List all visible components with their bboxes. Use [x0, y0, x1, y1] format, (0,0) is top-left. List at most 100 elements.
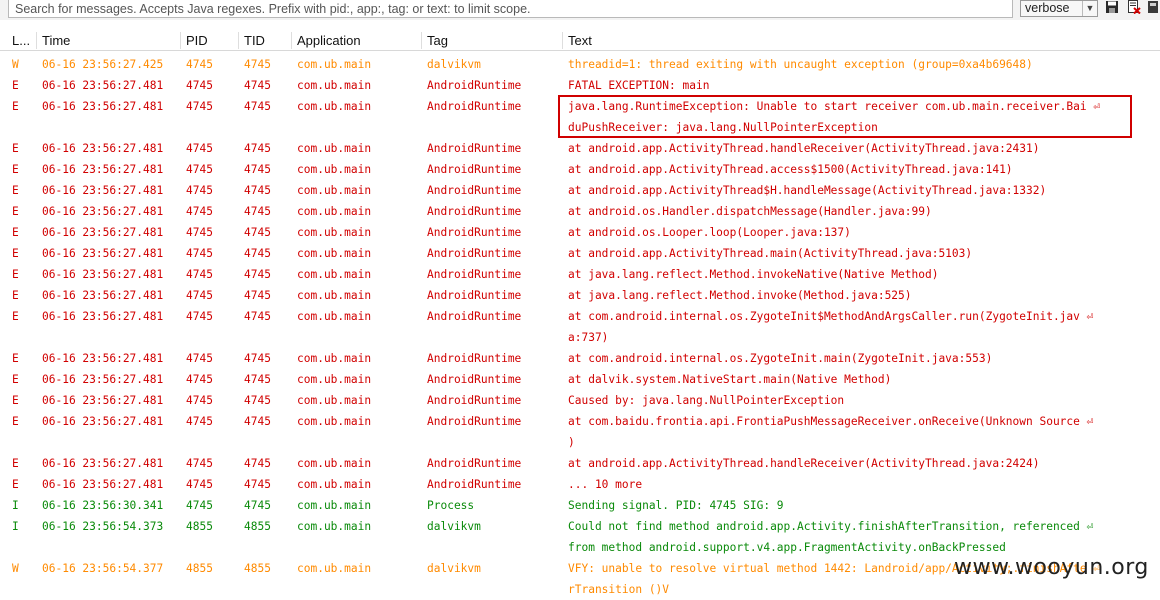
- log-row[interactable]: E 06-16 23:56:27.481 4745 4745 com.ub.main An…: [0, 390, 1160, 411]
- log-row[interactable]: E 06-16 23:56:27.481 4745 4745 com.ub.main An…: [0, 453, 1160, 474]
- column-divider[interactable]: [238, 32, 239, 49]
- log-pid-cell: 4745: [186, 100, 213, 113]
- log-tag-cell: AndroidRuntime: [427, 100, 522, 113]
- column-pid[interactable]: PID: [186, 33, 208, 48]
- log-tid-cell: 4855: [244, 562, 271, 575]
- log-text-cell: at android.app.ActivityThread.handleRece…: [568, 457, 1040, 470]
- log-time-cell: 06-16 23:56:27.481: [42, 457, 164, 470]
- log-time-cell: 06-16 23:56:27.481: [42, 163, 164, 176]
- log-application-cell: com.ub.main: [297, 184, 372, 197]
- scroll-lock-icon[interactable]: [1147, 0, 1159, 14]
- log-application-cell: com.ub.main: [297, 58, 372, 71]
- log-pid-cell: 4745: [186, 457, 213, 470]
- column-application[interactable]: Application: [297, 33, 361, 48]
- log-time-cell: 06-16 23:56:27.481: [42, 289, 164, 302]
- log-row[interactable]: E 06-16 23:56:27.481 4745 4745 com.ub.main An…: [0, 243, 1160, 264]
- log-pid-cell: 4745: [186, 352, 213, 365]
- log-time-cell: 06-16 23:56:27.481: [42, 352, 164, 365]
- log-tid-cell: 4745: [244, 100, 271, 113]
- log-pid-cell: 4745: [186, 226, 213, 239]
- watermark: www.wooyun.org: [954, 555, 1149, 580]
- log-row[interactable]: E 06-16 23:56:27.481 4745 4745 com.ub.main An…: [0, 474, 1160, 495]
- log-level-select[interactable]: verbose ▼: [1020, 0, 1098, 17]
- log-level-cell: E: [12, 310, 19, 323]
- log-time-cell: 06-16 23:56:54.377: [42, 562, 164, 575]
- log-pid-cell: 4855: [186, 562, 213, 575]
- log-row[interactable]: E 06-16 23:56:27.481 4745 4745 com.ub.main An…: [0, 285, 1160, 306]
- column-tag[interactable]: Tag: [427, 33, 448, 48]
- log-text-cell: FATAL EXCEPTION: main: [568, 79, 710, 92]
- log-tag-cell: AndroidRuntime: [427, 226, 522, 239]
- column-tid[interactable]: TID: [244, 33, 265, 48]
- log-tid-cell: 4745: [244, 163, 271, 176]
- log-row[interactable]: E 06-16 23:56:27.481 4745 4745 com.ub.main An…: [0, 348, 1160, 369]
- log-level-cell: W: [12, 58, 19, 71]
- log-pid-cell: 4745: [186, 499, 213, 512]
- log-tid-cell: 4745: [244, 415, 271, 428]
- column-divider[interactable]: [180, 32, 181, 49]
- search-input[interactable]: [8, 0, 1013, 18]
- log-tag-cell: AndroidRuntime: [427, 79, 522, 92]
- column-level[interactable]: L...: [12, 33, 30, 48]
- log-level-cell: I: [12, 499, 19, 512]
- log-row[interactable]: W 06-16 23:56:27.425 4745 4745 com.ub.main da…: [0, 54, 1160, 75]
- log-row[interactable]: E 06-16 23:56:27.481 4745 4745 com.ub.main An…: [0, 264, 1160, 285]
- log-level-cell: E: [12, 289, 19, 302]
- log-tag-cell: AndroidRuntime: [427, 247, 522, 260]
- clear-log-icon[interactable]: [1127, 0, 1141, 14]
- log-text-cell: ... 10 more: [568, 478, 643, 491]
- log-row[interactable]: E 06-16 23:56:27.481 4745 4745 com.ub.main An…: [0, 159, 1160, 180]
- log-text-cell: at java.lang.reflect.Method.invoke(Metho…: [568, 289, 912, 302]
- log-row[interactable]: E 06-16 23:56:27.481 4745 4745 com.ub.main An…: [0, 222, 1160, 243]
- log-row[interactable]: E 06-16 23:56:27.481 4745 4745 com.ub.main An…: [0, 138, 1160, 159]
- log-tag-cell: AndroidRuntime: [427, 184, 522, 197]
- log-tid-cell: 4745: [244, 184, 271, 197]
- column-divider[interactable]: [291, 32, 292, 49]
- log-tag-cell: AndroidRuntime: [427, 415, 522, 428]
- log-row[interactable]: E 06-16 23:56:27.481 4745 4745 com.ub.main An…: [0, 369, 1160, 390]
- log-time-cell: 06-16 23:56:27.481: [42, 142, 164, 155]
- log-text-cell: at com.android.internal.os.ZygoteInit.ma…: [568, 352, 993, 365]
- log-tid-cell: 4855: [244, 520, 271, 533]
- log-row[interactable]: E 06-16 23:56:27.481 4745 4745 com.ub.main An…: [0, 75, 1160, 96]
- log-pid-cell: 4745: [186, 184, 213, 197]
- log-application-cell: com.ub.main: [297, 562, 372, 575]
- log-row[interactable]: E 06-16 23:56:27.481 4745 4745 com.ub.main An…: [0, 306, 1160, 348]
- log-text-cell: at android.os.Handler.dispatchMessage(Ha…: [568, 205, 932, 218]
- log-level-cell: E: [12, 142, 19, 155]
- log-row[interactable]: I 06-16 23:56:54.373 4855 4855 com.ub.main da…: [0, 516, 1160, 558]
- log-row[interactable]: E 06-16 23:56:27.481 4745 4745 com.ub.main An…: [0, 411, 1160, 453]
- log-row[interactable]: I 06-16 23:56:30.341 4745 4745 com.ub.main Pr…: [0, 495, 1160, 516]
- log-text-cell: at android.app.ActivityThread.access$150…: [568, 163, 1013, 176]
- log-pid-cell: 4745: [186, 268, 213, 281]
- log-text-cell: at dalvik.system.NativeStart.main(Native…: [568, 373, 892, 386]
- log-application-cell: com.ub.main: [297, 415, 372, 428]
- log-text-cell: at android.app.ActivityThread$H.handleMe…: [568, 184, 1047, 197]
- log-tag-cell: AndroidRuntime: [427, 268, 522, 281]
- log-tag-cell: AndroidRuntime: [427, 289, 522, 302]
- log-application-cell: com.ub.main: [297, 79, 372, 92]
- log-row[interactable]: E 06-16 23:56:27.481 4745 4745 com.ub.main An…: [0, 180, 1160, 201]
- log-application-cell: com.ub.main: [297, 352, 372, 365]
- log-level-cell: E: [12, 373, 19, 386]
- log-tag-cell: AndroidRuntime: [427, 352, 522, 365]
- column-divider[interactable]: [421, 32, 422, 49]
- log-tag-cell: dalvikvm: [427, 58, 481, 71]
- log-pid-cell: 4745: [186, 373, 213, 386]
- column-time[interactable]: Time: [42, 33, 70, 48]
- highlight-annotation: [558, 95, 1132, 138]
- log-pid-cell: 4745: [186, 142, 213, 155]
- save-icon[interactable]: [1105, 0, 1119, 14]
- log-tid-cell: 4745: [244, 247, 271, 260]
- log-text-cell: at com.baidu.frontia.api.FrontiaPushMess…: [568, 415, 1094, 428]
- log-time-cell: 06-16 23:56:27.481: [42, 478, 164, 491]
- column-divider[interactable]: [36, 32, 37, 49]
- column-divider[interactable]: [562, 32, 563, 49]
- log-text-cell: rTransition ()V: [568, 583, 670, 596]
- log-tag-cell: dalvikvm: [427, 520, 481, 533]
- column-text[interactable]: Text: [568, 33, 592, 48]
- log-tid-cell: 4745: [244, 394, 271, 407]
- log-row[interactable]: E 06-16 23:56:27.481 4745 4745 com.ub.main An…: [0, 201, 1160, 222]
- log-tid-cell: 4745: [244, 142, 271, 155]
- log-time-cell: 06-16 23:56:27.425: [42, 58, 164, 71]
